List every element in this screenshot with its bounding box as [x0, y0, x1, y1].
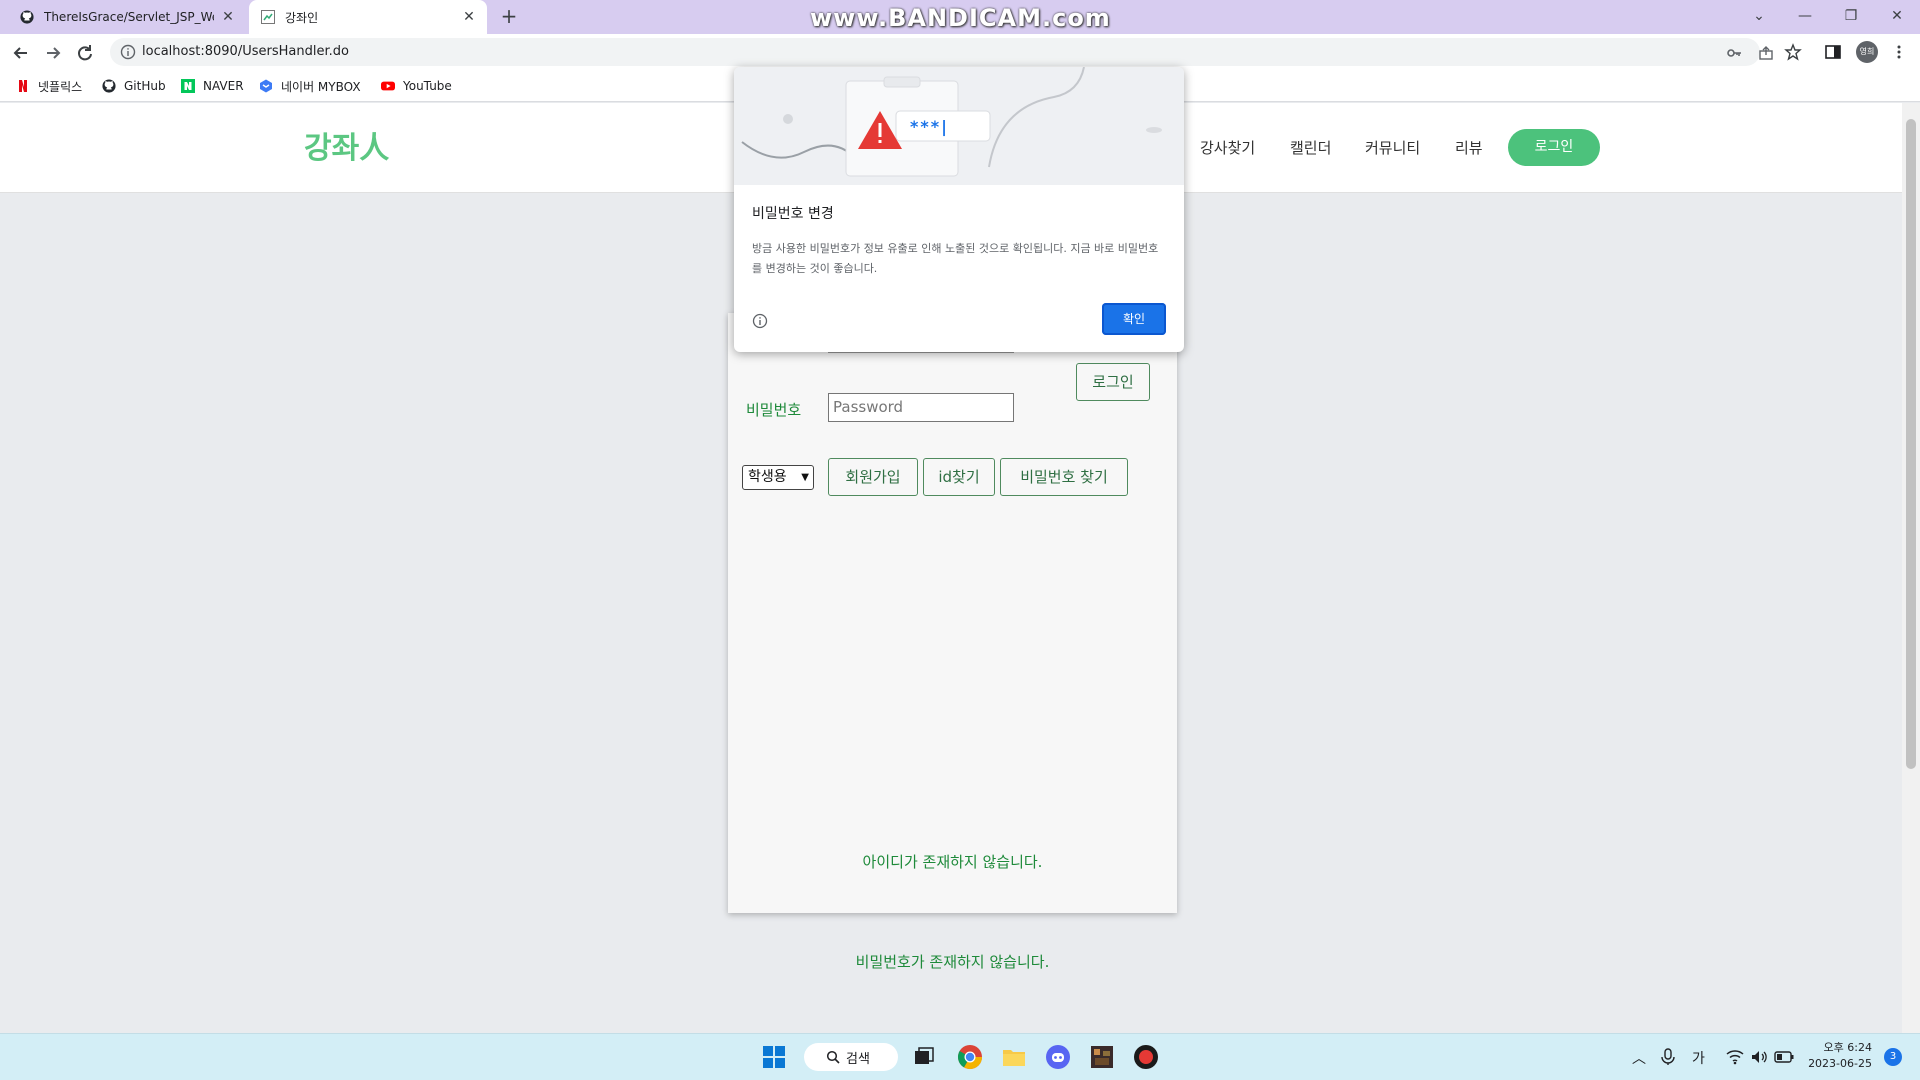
signup-button[interactable]: 회원가입	[828, 458, 918, 496]
new-tab-button[interactable]: +	[498, 6, 520, 28]
tab-github[interactable]: ThereIsGrace/Servlet_JSP_WebS ✕	[8, 0, 246, 34]
id-error-message: 아이디가 존재하지 않습니다.	[862, 853, 1043, 871]
browser-titlebar: ThereIsGrace/Servlet_JSP_WebS ✕ 강좌인 ✕ + …	[0, 0, 1920, 34]
tab-search-chevron-icon[interactable]: ⌄	[1746, 4, 1772, 28]
recorder-watermark: www.BANDICAM.com	[810, 4, 1111, 32]
dialog-message: 방금 사용한 비밀번호가 정보 유출로 인해 노출된 것으로 확인됩니다. 지금…	[752, 242, 1159, 275]
login-button[interactable]: 로그인	[1076, 363, 1150, 401]
taskbar-search[interactable]: 검색	[804, 1043, 898, 1071]
forward-arrow-icon	[47, 47, 61, 59]
role-selected-value: 학생용	[748, 469, 787, 485]
notification-badge[interactable]: 3	[1884, 1048, 1902, 1066]
key-icon[interactable]	[1726, 45, 1742, 61]
reload-icon	[78, 45, 92, 61]
nav-find-instructor[interactable]: 강사찾기	[1200, 137, 1255, 158]
password-warning-illustration	[741, 67, 1162, 177]
bookmark-label: GitHub	[124, 79, 166, 93]
share-icon[interactable]	[1758, 45, 1774, 61]
naver-icon	[181, 79, 195, 93]
site-logo[interactable]: 강좌人	[304, 123, 389, 167]
chrome-icon[interactable]	[956, 1043, 984, 1071]
role-select[interactable]: 학생용 ▼	[742, 465, 814, 490]
bookmark-star-icon[interactable]	[1784, 43, 1802, 61]
tray-overflow-chevron-icon[interactable]: ︿	[1632, 1048, 1646, 1068]
bookmark-netflix[interactable]: 넷플릭스	[16, 70, 82, 102]
side-panel-icon[interactable]	[1824, 43, 1842, 61]
password-label: 비밀번호	[746, 401, 802, 419]
bookmark-youtube[interactable]: YouTube	[381, 70, 452, 102]
chevron-down-icon: ▼	[801, 472, 809, 483]
github-icon	[20, 10, 34, 24]
back-button[interactable]	[10, 42, 32, 64]
wifi-icon[interactable]	[1726, 1049, 1744, 1065]
youtube-icon	[381, 81, 395, 91]
minimize-button[interactable]: —	[1792, 4, 1818, 28]
bookmark-label: YouTube	[403, 79, 452, 93]
discord-icon[interactable]	[1044, 1043, 1072, 1071]
dialog-illustration: ***|	[734, 67, 1184, 185]
task-view-icon[interactable]	[910, 1043, 938, 1071]
clock-date: 2023-06-25	[1808, 1057, 1872, 1070]
ime-indicator[interactable]: 가	[1692, 1048, 1705, 1068]
back-arrow-icon	[13, 47, 27, 59]
nav-review[interactable]: 리뷰	[1455, 137, 1483, 158]
address-bar[interactable]: localhost:8090/UsersHandler.do	[110, 38, 1773, 66]
github-icon	[102, 79, 116, 93]
site-info-icon[interactable]	[120, 44, 136, 60]
more-menu-icon[interactable]	[1890, 43, 1908, 61]
close-icon[interactable]: ✕	[220, 9, 236, 25]
close-icon[interactable]: ✕	[461, 9, 477, 25]
file-explorer-icon[interactable]	[1000, 1043, 1028, 1071]
dialog-ok-button[interactable]: 확인	[1102, 303, 1166, 335]
bookmark-label: 넷플릭스	[38, 79, 83, 94]
nav-community[interactable]: 커뮤니티	[1365, 137, 1420, 158]
tab-active-site[interactable]: 강좌인 ✕	[249, 0, 487, 34]
microphone-icon[interactable]	[1660, 1048, 1676, 1066]
find-id-button[interactable]: id찾기	[923, 458, 995, 496]
forward-button[interactable]	[42, 42, 64, 64]
site-favicon-icon	[261, 10, 275, 24]
dialog-title: 비밀번호 변경	[752, 206, 834, 222]
page-scrollbar[interactable]	[1902, 103, 1920, 1033]
tab-title: ThereIsGrace/Servlet_JSP_WebS	[44, 10, 214, 24]
close-window-button[interactable]: ✕	[1884, 4, 1910, 28]
login-form-card: 로그인 비밀번호 Password 학생용 ▼ 회원가입 id찾기 비밀번호 찾…	[728, 313, 1177, 971]
game-app-icon[interactable]	[1088, 1043, 1116, 1071]
reload-button[interactable]	[74, 42, 96, 64]
bookmark-naver[interactable]: NAVER	[181, 70, 244, 102]
tab-title: 강좌인	[285, 10, 319, 25]
mybox-icon	[260, 79, 272, 93]
header-login-button[interactable]: 로그인	[1508, 129, 1600, 166]
clock-time: 오후 6:24	[1823, 1041, 1872, 1054]
bookmark-github[interactable]: GitHub	[102, 70, 166, 102]
find-password-button[interactable]: 비밀번호 찾기	[1000, 458, 1128, 496]
search-icon	[826, 1050, 840, 1064]
password-input[interactable]: Password	[828, 393, 1014, 422]
browser-toolbar: localhost:8090/UsersHandler.do 영희	[0, 34, 1920, 70]
illustration-password-mask: ***|	[910, 117, 949, 136]
bookmark-naver-mybox[interactable]: 네이버 MYBOX	[259, 70, 361, 102]
profile-avatar[interactable]: 영희	[1856, 41, 1878, 63]
password-error-message: 비밀번호가 존재하지 않습니다.	[855, 953, 1050, 971]
netflix-icon	[19, 80, 27, 92]
search-label: 검색	[846, 1051, 870, 1067]
windows-start-icon[interactable]	[760, 1043, 788, 1071]
bookmark-label: 네이버 MYBOX	[281, 79, 361, 94]
restore-button[interactable]: ❐	[1838, 4, 1864, 28]
scrollbar-thumb[interactable]	[1906, 119, 1916, 769]
windows-taskbar: 검색 ︿ 가 오후 6:24 2023-06-25 3	[0, 1033, 1920, 1080]
bookmark-label: NAVER	[203, 79, 244, 93]
nav-calendar[interactable]: 캘린더	[1290, 137, 1331, 158]
password-change-dialog: ***| 비밀번호 변경 방금 사용한 비밀번호가 정보 유출로 인해 노출된 …	[734, 67, 1184, 352]
info-icon[interactable]	[752, 313, 768, 329]
battery-icon[interactable]	[1774, 1050, 1794, 1064]
volume-icon[interactable]	[1750, 1049, 1768, 1065]
url-text[interactable]: localhost:8090/UsersHandler.do	[142, 44, 349, 59]
bandicam-record-icon[interactable]	[1132, 1043, 1160, 1071]
taskbar-clock[interactable]: 오후 6:24 2023-06-25	[1800, 1040, 1872, 1072]
